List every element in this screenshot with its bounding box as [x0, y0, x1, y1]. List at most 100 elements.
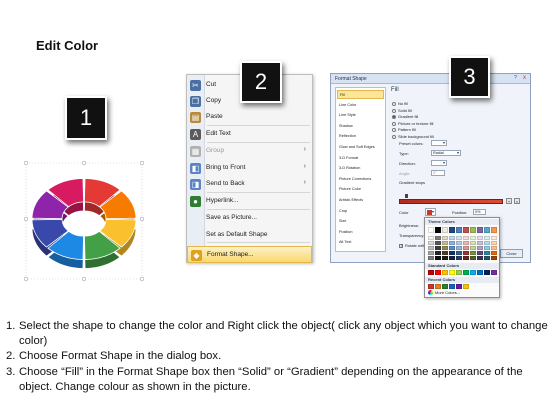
theme-shade-swatch[interactable] [491, 256, 497, 260]
category-glow-and-soft-edges[interactable]: Glow and Soft Edges [337, 143, 384, 152]
theme-shade-swatch[interactable] [491, 246, 497, 250]
theme-color-swatch[interactable] [449, 227, 455, 233]
theme-shade-swatch[interactable] [435, 236, 441, 240]
resize-handle[interactable] [23, 216, 29, 222]
theme-shade-swatch[interactable] [428, 256, 434, 260]
theme-color-swatch[interactable] [491, 227, 497, 233]
close-button[interactable]: Close [500, 249, 523, 258]
theme-shade-swatch[interactable] [435, 251, 441, 255]
fill-option-picture-or-texture-fill[interactable]: Picture or texture fill [392, 121, 433, 126]
theme-shade-swatch[interactable] [449, 241, 455, 245]
theme-color-swatch[interactable] [435, 227, 441, 233]
menu-item-bring-to-front[interactable]: ◧ Bring to Front › [187, 160, 312, 177]
category-picture-color[interactable]: Picture Color [337, 185, 384, 194]
menu-item-group[interactable]: ▦ Group › [187, 143, 312, 160]
theme-shade-swatch[interactable] [463, 256, 469, 260]
angle-input[interactable]: 0° [431, 170, 445, 176]
theme-color-swatch[interactable] [456, 227, 462, 233]
theme-shade-swatch[interactable] [456, 246, 462, 250]
recent-color-swatch[interactable] [442, 284, 448, 289]
theme-shade-swatch[interactable] [484, 236, 490, 240]
theme-color-swatch[interactable] [428, 227, 434, 233]
recent-color-swatch[interactable] [449, 284, 455, 289]
category-fill[interactable]: Fill [337, 90, 384, 99]
fill-option-gradient-fill[interactable]: Gradient fill [392, 114, 418, 119]
category-size[interactable]: Size [337, 217, 384, 226]
resize-handle[interactable] [23, 276, 29, 282]
category-crop[interactable]: Crop [337, 207, 384, 216]
theme-shade-swatch[interactable] [477, 251, 483, 255]
theme-shade-swatch[interactable] [470, 246, 476, 250]
theme-shade-swatch[interactable] [449, 256, 455, 260]
theme-shade-swatch[interactable] [442, 246, 448, 250]
theme-shade-swatch[interactable] [435, 246, 441, 250]
more-colors-item[interactable]: More Colors... [428, 290, 460, 296]
menu-item-format-shape[interactable]: ◆ Format Shape... [187, 246, 312, 263]
theme-shade-swatch[interactable] [442, 256, 448, 260]
category-position[interactable]: Position [337, 228, 384, 237]
resize-handle[interactable] [23, 160, 29, 166]
gradient-stop-marker[interactable] [405, 194, 408, 198]
theme-shade-swatch[interactable] [428, 246, 434, 250]
theme-shade-swatch[interactable] [463, 246, 469, 250]
menu-item-hyperlink[interactable]: ● Hyperlink... [187, 193, 312, 210]
category-picture-corrections[interactable]: Picture Corrections [337, 175, 384, 184]
category-line-style[interactable]: Line Style [337, 111, 384, 120]
theme-color-swatch[interactable] [442, 227, 448, 233]
theme-shade-swatch[interactable] [491, 241, 497, 245]
theme-shade-swatch[interactable] [470, 251, 476, 255]
theme-shade-swatch[interactable] [428, 251, 434, 255]
standard-color-swatch[interactable] [456, 270, 462, 275]
menu-item-send-to-back[interactable]: ◨ Send to Back › [187, 176, 312, 193]
theme-shade-swatch[interactable] [477, 236, 483, 240]
color-picker-button[interactable]: ▾ [425, 208, 436, 216]
theme-shade-swatch[interactable] [477, 256, 483, 260]
theme-color-swatch[interactable] [484, 227, 490, 233]
theme-shade-swatch[interactable] [456, 241, 462, 245]
theme-shade-swatch[interactable] [470, 241, 476, 245]
theme-shade-swatch[interactable] [456, 251, 462, 255]
theme-shade-swatch[interactable] [463, 236, 469, 240]
standard-color-swatch[interactable] [484, 270, 490, 275]
theme-shade-swatch[interactable] [491, 236, 497, 240]
theme-shade-swatch[interactable] [463, 241, 469, 245]
standard-color-swatch[interactable] [428, 270, 434, 275]
category-line-color[interactable]: Line Color [337, 101, 384, 110]
theme-shade-swatch[interactable] [491, 251, 497, 255]
theme-shade-swatch[interactable] [442, 241, 448, 245]
theme-shade-swatch[interactable] [456, 236, 462, 240]
theme-shade-swatch[interactable] [442, 251, 448, 255]
standard-color-swatch[interactable] [442, 270, 448, 275]
theme-shade-swatch[interactable] [484, 246, 490, 250]
menu-item-paste[interactable]: ▤ Paste [187, 109, 312, 126]
fill-option-pattern-fill[interactable]: Pattern fill [392, 127, 416, 132]
theme-shade-swatch[interactable] [449, 251, 455, 255]
theme-shade-swatch[interactable] [477, 246, 483, 250]
theme-shade-swatch[interactable] [435, 256, 441, 260]
preset-colors-dropdown[interactable] [431, 140, 447, 146]
theme-shade-swatch[interactable] [428, 236, 434, 240]
recent-color-swatch[interactable] [435, 284, 441, 289]
help-icon[interactable]: ? [512, 75, 519, 82]
theme-shade-swatch[interactable] [442, 236, 448, 240]
category-reflection[interactable]: Reflection [337, 132, 384, 141]
standard-color-swatch[interactable] [435, 270, 441, 275]
theme-shade-swatch[interactable] [449, 236, 455, 240]
theme-color-swatch[interactable] [470, 227, 476, 233]
theme-shade-swatch[interactable] [449, 246, 455, 250]
recent-color-swatch[interactable] [456, 284, 462, 289]
resize-handle[interactable] [139, 216, 145, 222]
theme-shade-swatch[interactable] [484, 256, 490, 260]
theme-shade-swatch[interactable] [484, 241, 490, 245]
gradient-bar[interactable] [399, 199, 503, 204]
remove-stop-icon[interactable]: × [514, 198, 520, 204]
theme-shade-swatch[interactable] [477, 241, 483, 245]
resize-handle[interactable] [139, 160, 145, 166]
fill-option-slide-background-fill[interactable]: Slide background fill [392, 134, 434, 139]
resize-handle[interactable] [81, 276, 87, 282]
donut-puzzle-graphic[interactable] [18, 155, 153, 290]
menu-item-save-as-picture[interactable]: Save as Picture... [187, 210, 312, 227]
fill-option-no-fill[interactable]: No fill [392, 101, 408, 106]
category-artistic-effects[interactable]: Artistic Effects [337, 196, 384, 205]
position-input[interactable]: 0% [473, 209, 486, 215]
